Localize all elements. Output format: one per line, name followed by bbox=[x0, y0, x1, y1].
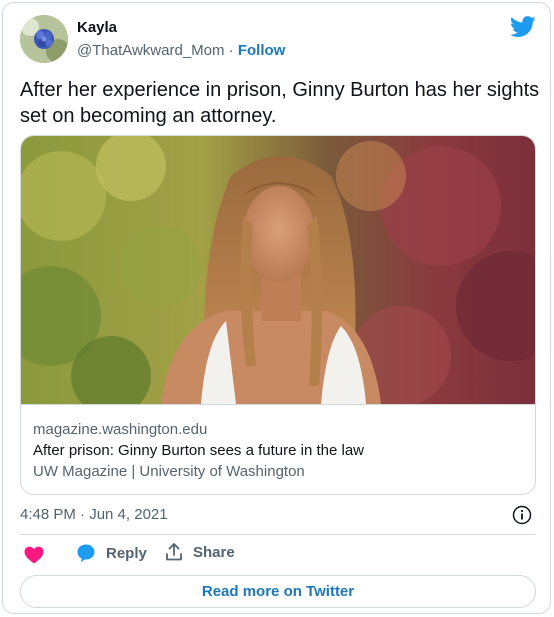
twitter-bird-icon[interactable] bbox=[510, 16, 536, 38]
link-preview-card[interactable]: magazine.washington.edu After prison: Gi… bbox=[20, 135, 536, 495]
reply-button[interactable]: Reply bbox=[76, 543, 147, 563]
read-more-button[interactable]: Read more on Twitter bbox=[20, 575, 536, 608]
handle-row: @ThatAwkward_Mom · Follow bbox=[77, 42, 285, 59]
like-button[interactable] bbox=[24, 546, 44, 564]
reply-label: Reply bbox=[106, 544, 147, 562]
link-title[interactable]: After prison: Ginny Burton sees a future… bbox=[33, 440, 525, 461]
link-domain: magazine.washington.edu bbox=[33, 421, 208, 438]
article-photo bbox=[21, 136, 535, 404]
tweet-text: After her experience in prison, Ginny Bu… bbox=[20, 79, 540, 127]
link-source: UW Magazine | University of Washington bbox=[33, 463, 305, 480]
author-name[interactable]: Kayla bbox=[77, 19, 117, 36]
follow-button[interactable]: Follow bbox=[238, 42, 286, 59]
link-meta: magazine.washington.edu After prison: Gi… bbox=[21, 404, 535, 494]
tweet-embed-card: Kayla @ThatAwkward_Mom · Follow After he… bbox=[2, 2, 551, 614]
avatar-image bbox=[20, 15, 68, 63]
divider bbox=[20, 534, 536, 535]
separator-dot: · bbox=[228, 42, 234, 59]
avatar[interactable] bbox=[20, 15, 68, 63]
reply-bubble-icon bbox=[77, 544, 95, 562]
heart-icon bbox=[24, 546, 44, 564]
action-bar: Reply Share bbox=[20, 543, 536, 569]
author-handle[interactable]: @ThatAwkward_Mom bbox=[77, 42, 225, 59]
share-button[interactable]: Share bbox=[165, 543, 235, 561]
tweet-timestamp[interactable]: 4:48 PM · Jun 4, 2021 bbox=[20, 506, 168, 523]
info-icon[interactable] bbox=[512, 505, 532, 525]
share-icon bbox=[166, 543, 182, 561]
share-label: Share bbox=[193, 543, 235, 561]
blue-flower-icon bbox=[34, 29, 54, 49]
